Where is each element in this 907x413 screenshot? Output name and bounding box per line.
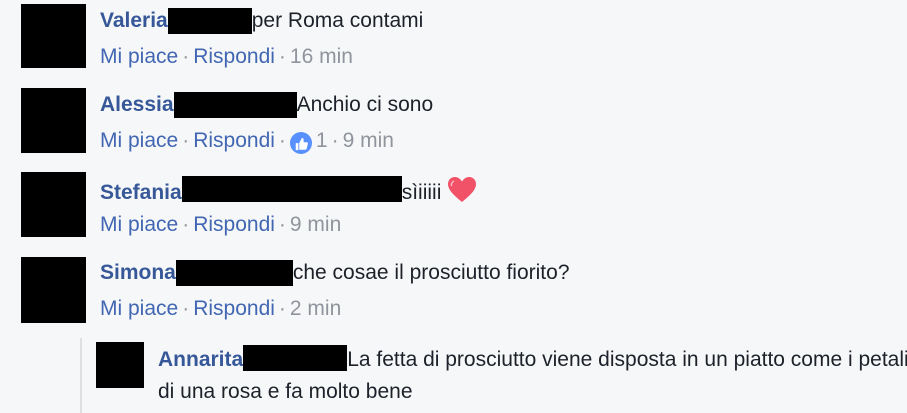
separator-dot: · [182, 45, 190, 68]
reply-link[interactable]: Rispondi [193, 297, 275, 320]
reply-link[interactable]: Rispondi [193, 45, 275, 68]
separator-dot: · [182, 213, 190, 236]
redacted-name [167, 8, 252, 34]
like-link[interactable]: Mi piace [100, 213, 178, 236]
comment-author[interactable]: Simona [100, 261, 176, 284]
avatar[interactable] [21, 4, 86, 68]
heart-icon [447, 176, 477, 211]
redacted-name [243, 345, 348, 371]
comment-text: Anchio ci sono [296, 93, 434, 116]
comment-text: sìiiiii [401, 181, 442, 204]
reply-thread-line [80, 338, 82, 413]
separator-dot: · [182, 129, 190, 152]
separator-dot: · [182, 297, 190, 320]
avatar[interactable] [96, 342, 144, 388]
avatar[interactable] [21, 257, 86, 323]
comment-time[interactable]: 9 min [343, 129, 394, 152]
separator-dot: · [278, 45, 286, 68]
redacted-name [181, 176, 402, 202]
reply-link[interactable]: Rispondi [193, 129, 275, 152]
reply-body: Annarita La fetta di prosciutto viene dis… [158, 344, 907, 408]
comment-author[interactable]: Annarita [158, 348, 243, 371]
comment-text: per Roma contami [251, 9, 424, 32]
comment-author[interactable]: Valeria [100, 9, 168, 32]
like-link[interactable]: Mi piace [100, 297, 178, 320]
avatar[interactable] [21, 88, 86, 153]
thumbs-up-icon[interactable] [289, 132, 312, 154]
comment-time[interactable]: 2 min [290, 297, 341, 320]
redacted-name [175, 260, 293, 286]
like-count[interactable]: 1 [316, 129, 328, 152]
separator-dot: · [331, 129, 339, 152]
comment-author[interactable]: Alessia [100, 93, 174, 116]
reply-link[interactable]: Rispondi [193, 213, 275, 236]
comment-author[interactable]: Stefania [100, 181, 182, 204]
separator-dot: · [278, 213, 286, 236]
like-link[interactable]: Mi piace [100, 45, 178, 68]
separator-dot: · [278, 129, 286, 152]
like-link[interactable]: Mi piace [100, 129, 178, 152]
separator-dot: · [278, 297, 286, 320]
comment-text: che cosae il prosciutto fiorito? [292, 261, 570, 284]
comment-time[interactable]: 9 min [290, 213, 341, 236]
avatar[interactable] [21, 172, 86, 237]
comment-time[interactable]: 16 min [290, 45, 353, 68]
redacted-name [173, 92, 297, 118]
